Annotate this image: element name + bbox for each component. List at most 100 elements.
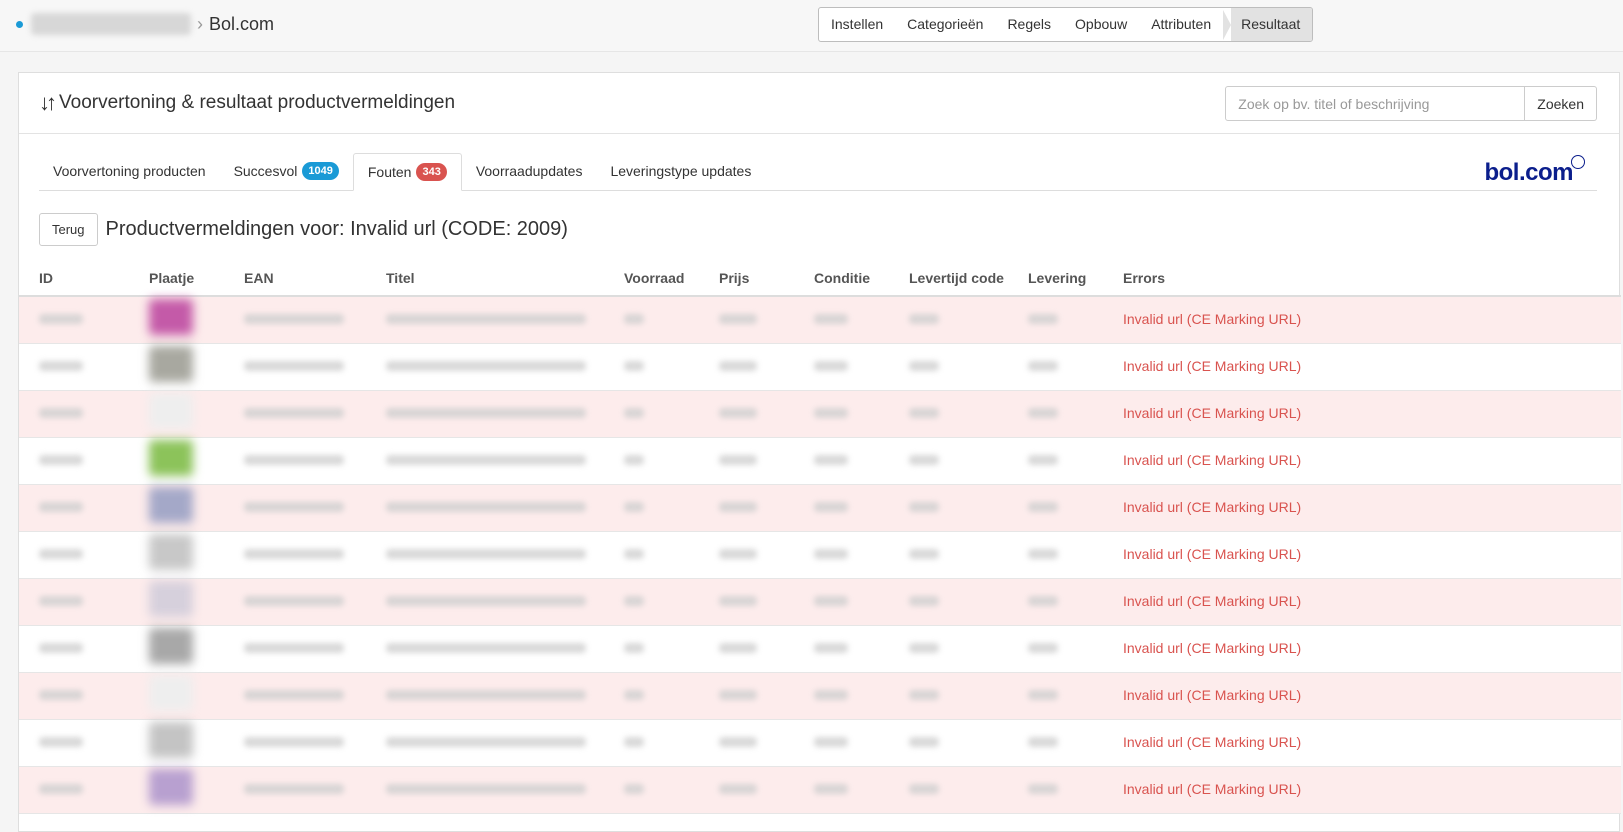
back-button[interactable]: Terug (39, 213, 98, 246)
step-regels[interactable]: Regels (995, 8, 1063, 41)
column-header-levertijd[interactable]: Levertijd code (909, 261, 1028, 297)
redacted-value (624, 783, 644, 794)
cell-titel (386, 531, 624, 579)
product-thumbnail[interactable] (149, 534, 193, 570)
cell-levering (1028, 719, 1123, 767)
product-thumbnail[interactable] (149, 722, 193, 758)
cell-id (19, 578, 149, 626)
column-header-levering[interactable]: Levering (1028, 261, 1123, 297)
product-thumbnail[interactable] (149, 675, 193, 711)
panel-title-wrap: ↓↑ Voorvertoning & resultaat productverm… (39, 90, 455, 116)
error-message: Invalid url (CE Marking URL) (1123, 545, 1302, 562)
table-row[interactable]: Invalid url (CE Marking URL) (19, 343, 1621, 391)
step-opbouw[interactable]: Opbouw (1063, 8, 1139, 41)
product-thumbnail[interactable] (149, 393, 193, 429)
table-row[interactable]: Invalid url (CE Marking URL) (19, 484, 1621, 532)
redacted-value (814, 595, 848, 606)
tab-voorvertoning[interactable]: Voorvertoning producten (39, 152, 220, 190)
tab-voorraadupdates[interactable]: Voorraadupdates (462, 152, 597, 190)
redacted-value (624, 501, 644, 512)
product-thumbnail[interactable] (149, 628, 193, 664)
cell-voorraad (624, 531, 719, 579)
table-row[interactable]: Invalid url (CE Marking URL) (19, 531, 1621, 579)
tab-leveringstype-updates[interactable]: Leveringstype updates (596, 152, 765, 190)
redacted-value (909, 454, 939, 465)
table-row[interactable]: Invalid url (CE Marking URL) (19, 719, 1621, 767)
search-button[interactable]: Zoeken (1525, 86, 1597, 121)
step-instellen[interactable]: Instellen (819, 8, 895, 41)
column-header-prijs[interactable]: Prijs (719, 261, 814, 297)
tab-label: Voorraadupdates (475, 163, 583, 179)
cell-ean (244, 625, 386, 673)
product-thumbnail[interactable] (149, 346, 193, 382)
product-thumbnail[interactable] (149, 769, 193, 805)
cell-ean (244, 672, 386, 720)
panel-title: Voorvertoning & resultaat productvermeld… (59, 92, 456, 113)
column-header-ean[interactable]: EAN (244, 261, 386, 297)
error-message: Invalid url (CE Marking URL) (1123, 780, 1302, 797)
table-row[interactable]: Invalid url (CE Marking URL) (19, 578, 1621, 626)
redacted-value (39, 454, 83, 465)
redacted-value (814, 454, 848, 465)
table-row[interactable]: Invalid url (CE Marking URL) (19, 437, 1621, 485)
column-header-errors[interactable]: Errors (1123, 261, 1621, 297)
cell-conditie (814, 719, 909, 767)
redacted-value (719, 783, 757, 794)
cell-levering (1028, 484, 1123, 532)
cell-image (149, 719, 244, 767)
step-attributen[interactable]: Attributen (1139, 8, 1223, 41)
cell-ean (244, 437, 386, 485)
tab-fouten[interactable]: Fouten 343 (352, 153, 462, 191)
redacted-value (1028, 595, 1058, 606)
column-header-conditie[interactable]: Conditie (814, 261, 909, 297)
redacted-value (814, 689, 848, 700)
redacted-value (244, 454, 344, 465)
redacted-value (39, 501, 83, 512)
cell-id (19, 343, 149, 391)
column-header-titel[interactable]: Titel (386, 261, 624, 297)
redacted-value (386, 313, 586, 324)
table-row[interactable]: Invalid url (CE Marking URL) (19, 390, 1621, 438)
tab-label: Voorvertoning producten (53, 163, 206, 179)
redacted-value (909, 360, 939, 371)
breadcrumb-parent-redacted[interactable] (31, 13, 191, 35)
cell-titel (386, 578, 624, 626)
table-row[interactable]: Invalid url (CE Marking URL) (19, 672, 1621, 720)
cell-prijs (719, 484, 814, 532)
table-row[interactable]: Invalid url (CE Marking URL) (19, 296, 1621, 344)
status-dot-icon (16, 20, 23, 28)
cell-prijs (719, 390, 814, 438)
redacted-value (1028, 501, 1058, 512)
cell-image (149, 531, 244, 579)
cell-titel (386, 390, 624, 438)
cell-conditie (814, 578, 909, 626)
table-row[interactable]: Invalid url (CE Marking URL) (19, 625, 1621, 673)
product-thumbnail[interactable] (149, 487, 193, 523)
step-categorieen[interactable]: Categorieën (895, 8, 995, 41)
tab-succesvol[interactable]: Succesvol 1049 (220, 152, 353, 190)
cell-errors: Invalid url (CE Marking URL) (1123, 672, 1621, 720)
column-header-plaatje[interactable]: Plaatje (149, 261, 244, 297)
cell-errors: Invalid url (CE Marking URL) (1123, 296, 1621, 344)
product-thumbnail[interactable] (149, 440, 193, 476)
cell-titel (386, 672, 624, 720)
cell-voorraad (624, 766, 719, 814)
redacted-value (39, 360, 83, 371)
redacted-value (624, 642, 644, 653)
globe-icon (1571, 155, 1585, 169)
product-thumbnail[interactable] (149, 299, 193, 336)
search-input[interactable] (1225, 86, 1526, 121)
cell-id (19, 484, 149, 532)
redacted-value (1028, 689, 1058, 700)
product-thumbnail[interactable] (149, 581, 193, 617)
cell-levertijd (909, 484, 1028, 532)
table-row[interactable]: Invalid url (CE Marking URL) (19, 766, 1621, 814)
step-resultaat[interactable]: Resultaat (1222, 8, 1313, 41)
cell-errors: Invalid url (CE Marking URL) (1123, 484, 1621, 532)
cell-voorraad (624, 296, 719, 344)
cell-levertijd (909, 437, 1028, 485)
column-header-id[interactable]: ID (19, 261, 149, 297)
chevron-right-icon: › (197, 13, 203, 34)
redacted-value (909, 689, 939, 700)
column-header-voorraad[interactable]: Voorraad (624, 261, 719, 297)
